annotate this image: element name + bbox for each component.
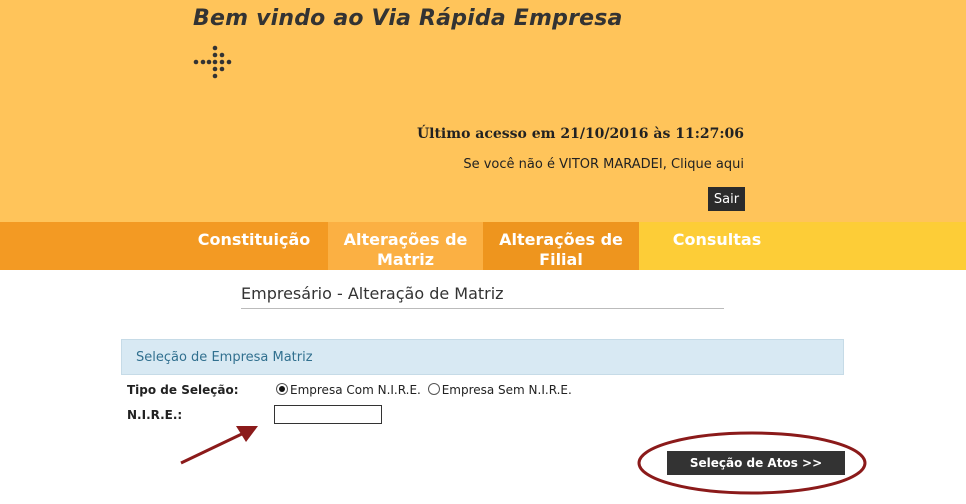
not-you-link[interactable]: Clique aqui: [671, 157, 744, 172]
page-title: Empresário - Alteração de Matriz: [241, 284, 724, 309]
main-nav: Constituição Alterações de Matriz Altera…: [0, 222, 966, 270]
selecao-atos-button[interactable]: Seleção de Atos >>: [667, 451, 845, 475]
tab-constituicao[interactable]: Constituição: [180, 222, 328, 270]
nire-input[interactable]: [274, 405, 382, 424]
nire-label: N.I.R.E.:: [127, 408, 183, 422]
radio-without-nire[interactable]: [427, 383, 440, 395]
tab-consultas[interactable]: Consultas: [639, 222, 795, 270]
selection-type-label: Tipo de Seleção:: [127, 383, 239, 397]
header: Bem vindo ao Via Rápida Empresa Último a…: [0, 0, 966, 222]
annotation-arrow-icon: [180, 426, 258, 465]
last-access-text: Último acesso em 21/10/2016 às 11:27:06: [416, 126, 744, 142]
radio-with-nire-label: Empresa Com N.I.R.E.: [290, 383, 421, 397]
tab-alteracoes-matriz[interactable]: Alterações de Matriz: [328, 222, 483, 270]
radio-without-nire-label: Empresa Sem N.I.R.E.: [441, 383, 572, 397]
selection-type-options: Empresa Com N.I.R.E. Empresa Sem N.I.R.E…: [276, 383, 572, 397]
logout-button[interactable]: Sair: [708, 187, 745, 211]
panel-title: Seleção de Empresa Matriz: [121, 339, 844, 375]
tab-alteracoes-filial[interactable]: Alterações de Filial: [483, 222, 639, 270]
welcome-title: Bem vindo ao Via Rápida Empresa: [193, 6, 623, 31]
radio-with-nire[interactable]: [276, 383, 288, 395]
not-you-line: Se você não é VITOR MARADEI, Clique aqui: [463, 157, 744, 172]
dot-arrow-logo-icon: [193, 45, 232, 79]
not-you-prefix: Se você não é VITOR MARADEI,: [463, 157, 667, 172]
